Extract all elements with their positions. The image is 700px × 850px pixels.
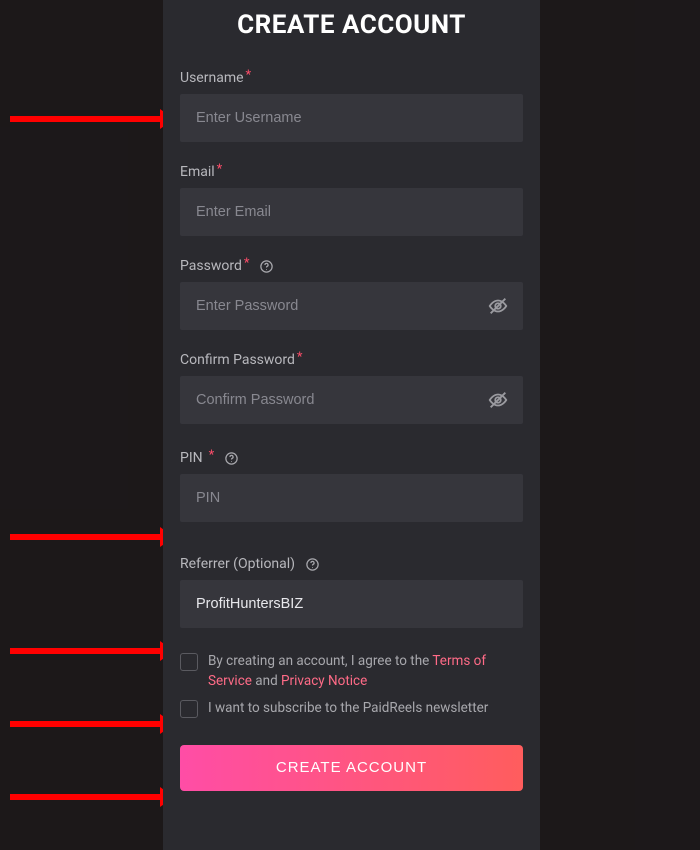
pin-label-text: PIN [180,450,203,466]
create-account-button[interactable]: CREATE ACCOUNT [180,745,523,791]
annotation-arrow-1 [10,116,160,122]
email-label: Email * [180,164,523,180]
email-label-text: Email [180,164,215,180]
username-label-text: Username [180,70,244,86]
required-asterisk: * [297,350,303,365]
annotation-arrow-3 [10,648,160,654]
password-input-wrap [180,282,523,330]
field-group-pin: PIN * [180,450,523,522]
password-label-text: Password [180,258,242,274]
field-group-referrer: Referrer (Optional) [180,556,523,628]
help-icon[interactable] [305,557,320,572]
required-asterisk: * [244,256,250,271]
annotation-arrow-5 [10,794,160,800]
terms-joiner: and [252,673,281,689]
background-right-strip [540,0,700,850]
referrer-input[interactable] [180,580,523,628]
privacy-notice-link[interactable]: Privacy Notice [281,673,367,689]
confirm-password-input[interactable] [180,376,523,424]
confirm-label-text: Confirm Password [180,352,295,368]
password-input[interactable] [180,282,523,330]
terms-prefix: By creating an account, I agree to the [208,653,432,669]
referrer-label: Referrer (Optional) [180,556,523,572]
pin-label: PIN * [180,450,523,466]
annotation-arrow-4 [10,721,160,727]
email-input-wrap [180,188,523,236]
field-group-password: Password * [180,258,523,330]
terms-agreement-text: By creating an account, I agree to the T… [208,652,523,691]
pin-input[interactable] [180,474,523,522]
help-icon[interactable] [224,451,239,466]
newsletter-text: I want to subscribe to the PaidReels new… [208,699,488,719]
field-group-username: Username * [180,70,523,142]
referrer-input-wrap [180,580,523,628]
eye-off-icon[interactable] [487,389,509,411]
field-group-email: Email * [180,164,523,236]
username-input[interactable] [180,94,523,142]
newsletter-row: I want to subscribe to the PaidReels new… [180,699,523,719]
help-icon[interactable] [259,259,274,274]
page-title: CREATE ACCOUNT [180,10,523,40]
confirm-label: Confirm Password * [180,352,523,368]
username-input-wrap [180,94,523,142]
username-label: Username * [180,70,523,86]
pin-input-wrap [180,474,523,522]
signup-form-panel: CREATE ACCOUNT Username * Email * Passwo… [163,0,540,850]
field-group-confirm-password: Confirm Password * [180,352,523,424]
terms-agreement-row: By creating an account, I agree to the T… [180,652,523,691]
referrer-label-text: Referrer (Optional) [180,556,295,572]
terms-checkbox[interactable] [180,653,198,671]
required-asterisk: * [217,162,223,177]
newsletter-checkbox[interactable] [180,700,198,718]
password-label: Password * [180,258,523,274]
confirm-input-wrap [180,376,523,424]
eye-off-icon[interactable] [487,295,509,317]
email-input[interactable] [180,188,523,236]
required-asterisk: * [246,68,252,83]
annotation-arrow-2 [10,534,160,540]
required-asterisk: * [209,448,215,463]
